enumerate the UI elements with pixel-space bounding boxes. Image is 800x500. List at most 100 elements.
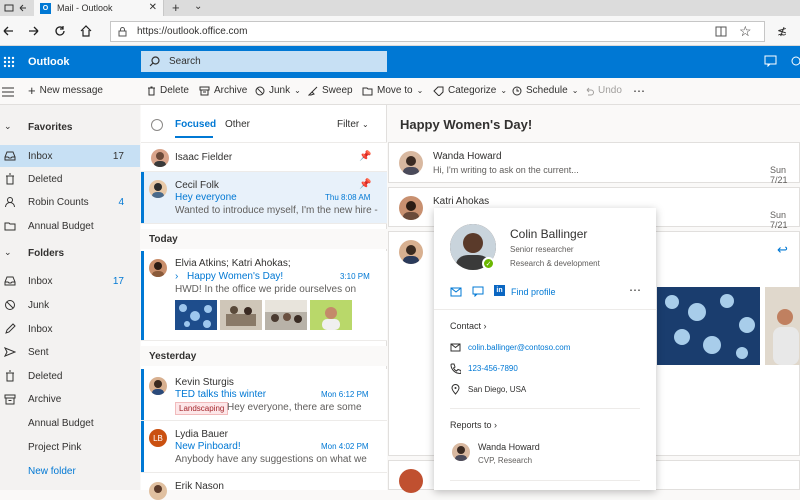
search-input[interactable]: Search	[169, 56, 201, 67]
select-all-checkbox[interactable]	[151, 119, 163, 131]
nav-folder-deleted[interactable]: Deleted	[0, 365, 140, 387]
tab-actions-icon[interactable]	[4, 3, 14, 13]
avatar	[151, 149, 169, 167]
list-item-lydia[interactable]: LB Lydia Bauer New Pinboard! Mon 4:02 PM…	[141, 421, 387, 473]
reports-to-header[interactable]: Reports to ›	[450, 420, 497, 430]
reply-icon[interactable]: ↩	[777, 242, 788, 258]
url-field[interactable]: https://outlook.office.com ☆	[110, 21, 765, 42]
folders-header[interactable]: ⌄ Folders	[0, 242, 140, 264]
list-item-kevin[interactable]: Kevin Sturgis TED talks this winter Mon …	[141, 369, 387, 421]
nav-folder-junk[interactable]: Junk	[0, 294, 140, 316]
thread-chevron-icon[interactable]: ›	[175, 271, 178, 282]
list-item-pinned[interactable]: Isaac Fielder 📌	[141, 143, 387, 172]
nav-folder-drafts[interactable]: Inbox	[0, 318, 140, 340]
contact-email[interactable]: colin.ballinger@contoso.com	[468, 343, 570, 352]
sender-name: Isaac Fielder	[175, 152, 233, 163]
sweep-button[interactable]: Sweep	[308, 85, 353, 96]
inline-image[interactable]	[657, 287, 760, 365]
category-tag[interactable]: Landscaping	[175, 402, 229, 415]
contact-section-header[interactable]: Contact ›	[450, 321, 487, 331]
browser-tab-outlook[interactable]: O Mail - Outlook ✕	[34, 0, 164, 16]
plus-icon: +	[28, 82, 36, 98]
attachment-thumbnail[interactable]	[220, 300, 262, 330]
active-tab-underline	[175, 136, 213, 138]
attachment-thumbnail[interactable]	[310, 300, 352, 330]
tab-focused[interactable]: Focused	[175, 119, 216, 130]
conversation-subject: Happy Women's Day!	[400, 117, 533, 132]
location-pin-icon	[451, 384, 460, 395]
nav-folder-archive[interactable]: Archive	[0, 388, 140, 410]
undo-button[interactable]: Undo	[584, 85, 622, 96]
app-launcher-icon[interactable]	[3, 56, 15, 68]
home-icon[interactable]	[80, 25, 92, 37]
pin-icon[interactable]: 📌	[359, 179, 371, 190]
list-item-erik[interactable]: Erik Nason	[141, 473, 387, 500]
search-box[interactable]: Search	[141, 51, 387, 72]
junk-button[interactable]: Junk ⌄	[255, 85, 301, 96]
nav-folder-project-pink[interactable]: Project Pink	[0, 436, 140, 458]
close-tab-icon[interactable]: ✕	[149, 2, 157, 13]
tab-other[interactable]: Other	[225, 119, 250, 130]
find-profile-link[interactable]: Find profile	[511, 287, 556, 297]
subject: TED talks this winter	[175, 389, 267, 400]
chevron-down-icon: ⌄	[500, 86, 508, 95]
feedback-icon[interactable]	[764, 55, 777, 67]
timestamp: Sun 7/21	[770, 165, 788, 185]
attachment-thumbnail[interactable]	[265, 300, 307, 330]
favorites-hub-icon[interactable]: ≴	[777, 24, 787, 38]
filter-label: Filter	[337, 119, 360, 130]
folder-move-icon	[362, 86, 373, 96]
pin-icon[interactable]: 📌	[359, 151, 371, 162]
schedule-button[interactable]: Schedule ⌄	[512, 85, 578, 96]
favorites-label: Favorites	[28, 121, 73, 133]
categorize-button[interactable]: Categorize ⌄	[433, 85, 507, 96]
inline-image[interactable]	[765, 287, 800, 365]
nav-favorite-deleted[interactable]: Deleted	[0, 168, 140, 190]
nav-label: Deleted	[28, 370, 63, 382]
more-options-icon[interactable]: ⋯	[633, 84, 645, 98]
send-icon	[4, 346, 16, 358]
app-name[interactable]: Outlook	[28, 56, 70, 68]
attachment-thumbnail[interactable]	[175, 300, 217, 330]
conversation-message-1[interactable]: Wanda Howard Hi, I'm writing to ask on t…	[388, 142, 800, 185]
forward-arrow-icon[interactable]	[28, 25, 40, 37]
nav-label: Annual Budget	[28, 417, 94, 429]
timestamp: Thu 8:08 AM	[325, 193, 371, 202]
avatar	[399, 469, 423, 493]
refresh-icon[interactable]	[54, 25, 66, 37]
back-tabs-icon[interactable]	[18, 3, 28, 13]
list-item-selected[interactable]: Cecil Folk 📌 Hey everyone Thu 8:08 AM Wa…	[141, 172, 387, 224]
chat-icon[interactable]	[472, 286, 484, 297]
nav-label: Archive	[28, 393, 62, 405]
new-message-button[interactable]: + New message	[28, 82, 103, 98]
filter-button[interactable]: Filter ⌄	[337, 119, 369, 130]
back-arrow-icon[interactable]	[2, 25, 14, 37]
sender-name: Kevin Sturgis	[175, 377, 234, 388]
manager-name[interactable]: Wanda Howard	[478, 442, 540, 452]
reading-view-icon[interactable]	[715, 26, 727, 37]
contact-phone[interactable]: 123-456-7890	[468, 364, 518, 373]
move-to-button[interactable]: Move to ⌄	[362, 85, 423, 96]
outlook-favicon-icon: O	[40, 2, 51, 14]
nav-folder-sent[interactable]: Sent	[0, 341, 140, 363]
favorites-header[interactable]: ⌄ Favorites	[0, 116, 140, 138]
nav-favorite-annual-budget[interactable]: Annual Budget	[0, 215, 140, 237]
hamburger-menu-icon[interactable]	[2, 87, 14, 97]
archive-button[interactable]: Archive	[199, 85, 247, 96]
settings-gear-icon[interactable]	[790, 55, 800, 67]
more-options-icon[interactable]: ⋯	[629, 283, 641, 297]
linkedin-icon[interactable]: in	[494, 285, 505, 296]
delete-button[interactable]: Delete	[147, 85, 189, 96]
favorite-star-icon[interactable]: ☆	[739, 23, 752, 40]
nav-folder-annual-budget[interactable]: Annual Budget	[0, 412, 140, 434]
tab-list-chevron-icon[interactable]: ⌄	[194, 1, 202, 12]
nav-favorite-inbox[interactable]: Inbox 17	[0, 145, 140, 167]
nav-label: Inbox	[28, 275, 53, 287]
new-tab-icon[interactable]: +	[172, 0, 180, 15]
nav-favorite-robin-counts[interactable]: Robin Counts 4	[0, 191, 140, 213]
new-folder-link[interactable]: New folder	[0, 460, 140, 482]
list-item-today[interactable]: Elvia Atkins; Katri Ahokas; › Happy Wome…	[141, 251, 387, 341]
move-to-label: Move to	[377, 85, 413, 96]
email-icon[interactable]	[450, 287, 462, 297]
nav-folder-inbox[interactable]: Inbox 17	[0, 270, 140, 292]
